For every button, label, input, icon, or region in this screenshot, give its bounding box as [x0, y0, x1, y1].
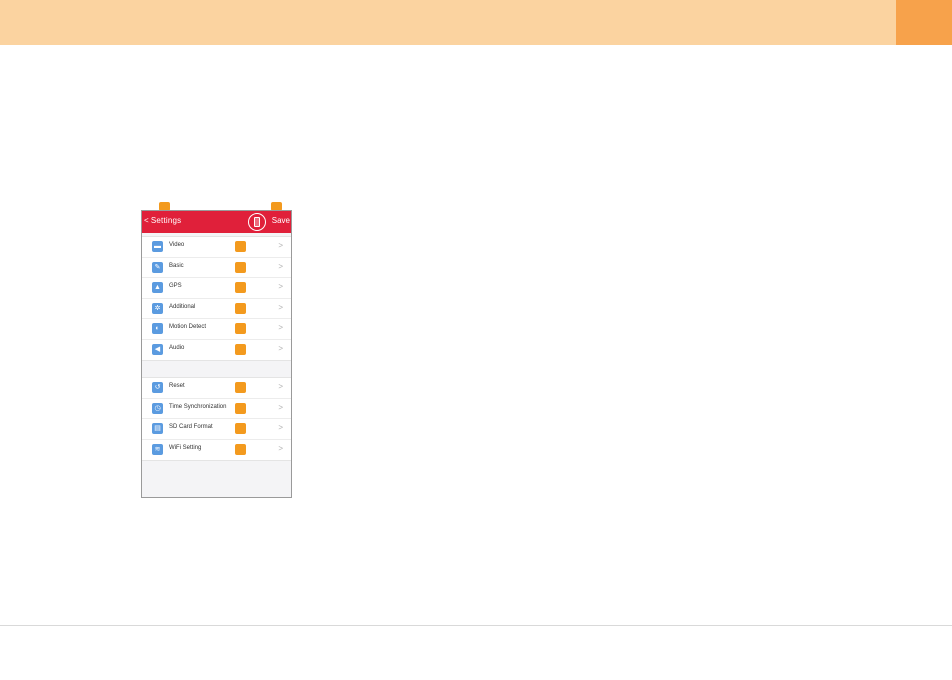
settings-list-main: ▬ Video > ✎ Basic > ▲ GPS > ✲ Additional > ◐ Motion D…: [142, 236, 291, 361]
chevron-left-icon: <: [144, 216, 149, 225]
settings-row-label: Audio: [169, 344, 185, 351]
settings-row-label: Video: [169, 242, 185, 248]
callout-marker: [235, 261, 246, 273]
chevron-right-icon: >: [278, 343, 283, 353]
chevron-right-icon: >: [278, 323, 283, 332]
settings-row[interactable]: ✲ Additional >: [142, 299, 291, 319]
additional-icon: ✲: [152, 302, 163, 314]
chevron-right-icon: >: [278, 241, 283, 250]
phone-screenshot: < Settings Save ▬ Video > ✎ Basic > ▲ GPS > ✲ Addit…: [141, 210, 292, 498]
clock-icon: ◷: [152, 402, 163, 414]
settings-row-label: WiFi Setting: [169, 444, 202, 451]
settings-row[interactable]: ◷ Time Synchronization >: [142, 399, 291, 419]
gps-icon: ▲: [152, 282, 163, 293]
settings-row-label: Time Synchronization: [169, 403, 227, 410]
phone-device-icon[interactable]: [248, 213, 266, 231]
callout-marker: [235, 241, 246, 252]
settings-row[interactable]: ◐ Motion Detect >: [142, 319, 291, 340]
chevron-right-icon: >: [278, 443, 283, 453]
settings-row-label: Reset: [169, 383, 185, 389]
motion-detect-icon: ◐: [152, 323, 163, 334]
back-label: Settings: [150, 216, 182, 225]
sd-card-icon: ▤: [152, 423, 163, 434]
navbar: < Settings Save: [142, 211, 291, 233]
settings-row[interactable]: ▲ GPS >: [142, 278, 291, 299]
callout-marker: [235, 382, 246, 393]
settings-row[interactable]: ↺ Reset >: [142, 378, 291, 399]
chevron-right-icon: >: [278, 261, 283, 271]
header-tab: [896, 0, 952, 45]
footer-rule: [0, 625, 952, 626]
settings-row[interactable]: ▤ SD Card Format >: [142, 419, 291, 440]
chevron-right-icon: >: [278, 423, 283, 432]
settings-row[interactable]: ▬ Video >: [142, 237, 291, 258]
chevron-right-icon: >: [278, 382, 283, 391]
settings-row-label: Motion Detect: [169, 324, 207, 330]
callout-marker: [235, 302, 246, 314]
basic-icon: ✎: [152, 261, 163, 273]
callout-marker: [235, 402, 246, 414]
reset-icon: ↺: [152, 382, 163, 393]
settings-row-label: SD Card Format: [169, 424, 213, 430]
callout-marker: [235, 423, 246, 434]
chevron-right-icon: >: [278, 402, 283, 412]
settings-row-label: GPS: [169, 283, 182, 289]
settings-row[interactable]: ≋ WiFi Setting >: [142, 440, 291, 461]
header-band: [0, 0, 896, 45]
back-button[interactable]: < Settings: [144, 216, 181, 225]
chevron-right-icon: >: [278, 282, 283, 291]
callout-marker: [235, 343, 246, 355]
settings-list-system: ↺ Reset > ◷ Time Synchronization > ▤ SD Card Fo…: [142, 377, 291, 461]
audio-icon: ◀: [152, 343, 163, 355]
settings-row[interactable]: ✎ Basic >: [142, 258, 291, 278]
chevron-right-icon: >: [278, 302, 283, 312]
settings-row-label: Basic: [169, 262, 184, 269]
callout-marker: [235, 323, 246, 334]
wifi-icon: ≋: [152, 443, 163, 455]
callout-marker: [235, 282, 246, 293]
settings-row[interactable]: ◀ Audio >: [142, 340, 291, 361]
video-icon: ▬: [152, 241, 163, 252]
callout-marker: [235, 443, 246, 455]
settings-row-label: Additional: [169, 303, 196, 310]
save-button[interactable]: Save: [272, 216, 290, 225]
